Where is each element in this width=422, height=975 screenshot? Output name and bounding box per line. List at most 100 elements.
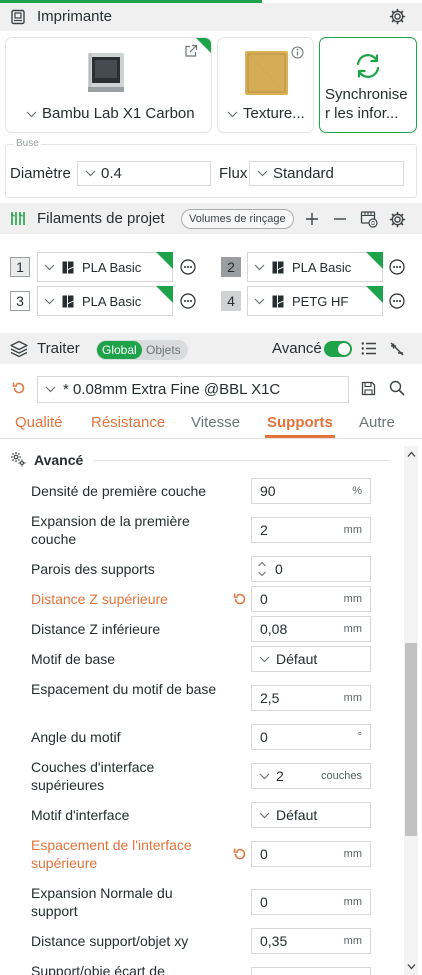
gear-group-icon [10, 451, 27, 468]
diameter-value: 0.4 [101, 165, 122, 182]
tab-other[interactable]: Autre [359, 414, 395, 431]
more-options-icon[interactable] [389, 293, 405, 309]
param-combo[interactable]: 2 couches [251, 763, 371, 789]
param-value: 0,08 [260, 621, 288, 637]
param-input[interactable]: 2 mm [251, 517, 371, 543]
flow-combo[interactable]: Standard [249, 161, 404, 186]
param-combo[interactable]: Défaut [251, 802, 371, 828]
param-label: Motif de base [31, 651, 116, 667]
diameter-combo[interactable]: 0.4 [77, 161, 211, 186]
list-icon[interactable] [361, 341, 377, 356]
filament-combo-3[interactable]: PLA Basic [37, 286, 173, 316]
param-unit: mm [343, 524, 362, 536]
filament-index-1: 1 [10, 257, 30, 277]
param-input[interactable]: 90 % [251, 478, 371, 504]
preset-combo[interactable]: * 0.08mm Extra Fine @BBL X1C [37, 376, 349, 403]
filament-section-title: Filaments de projet [37, 210, 165, 227]
param-unit: mm [343, 935, 362, 947]
scrollbar-thumb[interactable] [405, 643, 417, 836]
tab-quality[interactable]: Qualité [15, 414, 63, 431]
group-divider [94, 460, 390, 461]
param-unit: mm [343, 848, 362, 860]
param-input[interactable]: 0 mm [251, 586, 371, 612]
printer-section-title: Imprimante [37, 8, 113, 25]
param-input[interactable]: 0 ° [251, 724, 371, 750]
param-label: Expansion de la première couche [31, 513, 190, 547]
gear-icon[interactable] [389, 211, 406, 228]
more-options-icon[interactable] [389, 259, 405, 275]
param-value: 0,35 [260, 933, 288, 949]
tabs-divider [0, 438, 422, 439]
sync-button[interactable]: Synchronise r les infor... [319, 37, 417, 133]
bambu-logo-icon [62, 295, 74, 308]
sync-ams-icon[interactable] [360, 210, 378, 228]
selected-corner [156, 252, 173, 269]
toggle-global[interactable]: Global [97, 341, 142, 359]
chevron-down-icon [227, 111, 238, 118]
param-label: Espacement de l'interface supérieure [31, 837, 192, 871]
global-objects-toggle[interactable]: Global Objets [96, 340, 188, 360]
compare-icon[interactable] [389, 341, 405, 357]
param-value: 0 [260, 591, 268, 607]
printer-card[interactable]: Bambu Lab X1 Carbon [5, 37, 212, 133]
tab-supports[interactable]: Supports [267, 414, 333, 431]
plate-name: Texture... [243, 105, 305, 122]
reset-icon[interactable] [12, 381, 26, 395]
param-value: 2 [260, 522, 268, 538]
spin-arrows-icon[interactable] [257, 560, 267, 578]
selected-corner [366, 252, 383, 269]
edit-icon[interactable] [184, 44, 198, 58]
toggle-objects[interactable]: Objets [146, 341, 181, 359]
chevron-down-icon [259, 773, 270, 780]
preset-name: * 0.08mm Extra Fine @BBL X1C [63, 381, 281, 398]
param-combo[interactable]: Défaut [251, 646, 371, 672]
reset-icon[interactable] [233, 847, 247, 861]
search-icon[interactable] [389, 380, 405, 396]
param-value: 0 [260, 894, 268, 910]
param-label: Expansion Normale du support [31, 885, 173, 919]
param-input[interactable]: 2,5 mm [251, 685, 371, 711]
scroll-down-icon[interactable] [407, 963, 416, 970]
remove-icon[interactable] [333, 212, 347, 226]
filament-name-1: PLA Basic [82, 259, 142, 275]
process-section-title: Traiter [37, 340, 80, 357]
printer-thumbnail [86, 51, 126, 93]
bambu-logo-icon [62, 261, 74, 274]
param-input[interactable]: 0 mm [251, 889, 371, 915]
advanced-label: Avancé [272, 340, 322, 357]
tab-speed[interactable]: Vitesse [191, 414, 240, 431]
param-spinbox[interactable]: 0 [251, 556, 371, 582]
plate-card[interactable]: Texture... [217, 37, 314, 133]
param-label: Distance Z supérieure [31, 591, 168, 607]
param-value: Défaut [276, 807, 318, 823]
tab-strength[interactable]: Résistance [91, 414, 165, 431]
flush-volumes-button[interactable]: Volumes de rinçage [181, 209, 294, 229]
more-options-icon[interactable] [180, 293, 196, 309]
chevron-down-icon [85, 170, 96, 177]
plate-thumbnail [245, 51, 288, 95]
param-unit: mm [343, 896, 362, 908]
filament-combo-2[interactable]: PLA Basic [247, 252, 383, 282]
process-section-header: Traiter Global Objets Avancé [0, 333, 422, 364]
param-input[interactable]: 0,35 mm [251, 928, 371, 954]
diameter-label: Diamètre [10, 165, 71, 182]
layers-icon [10, 340, 28, 357]
sync-icon [354, 53, 382, 79]
filament-combo-4[interactable]: PETG HF [247, 286, 383, 316]
chevron-down-icon [259, 812, 270, 819]
param-label: Support/obje écart de [31, 963, 165, 975]
sync-label-line1: Synchronise [325, 86, 408, 103]
reset-icon[interactable] [233, 592, 247, 606]
gear-icon[interactable] [389, 8, 406, 25]
add-icon[interactable] [305, 212, 319, 226]
param-input[interactable]: 0 mm [251, 841, 371, 867]
param-value: 0 [275, 561, 283, 577]
info-icon[interactable] [291, 46, 304, 59]
param-input[interactable] [251, 967, 371, 975]
filament-combo-1[interactable]: PLA Basic [37, 252, 173, 282]
advanced-switch[interactable] [324, 341, 352, 357]
scroll-up-icon[interactable] [407, 451, 416, 458]
more-options-icon[interactable] [180, 259, 196, 275]
param-input[interactable]: 0,08 mm [251, 616, 371, 642]
save-icon[interactable] [361, 381, 376, 396]
